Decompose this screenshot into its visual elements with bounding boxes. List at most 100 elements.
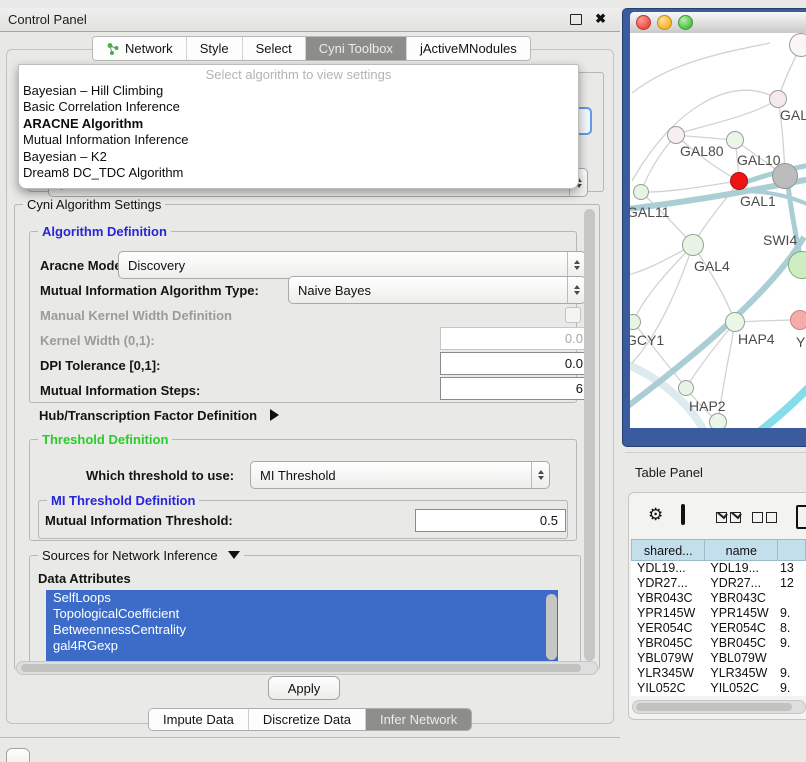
algorithm-popup-item[interactable]: Basic Correlation Inference — [19, 99, 578, 115]
checked-boxes-icon[interactable] — [716, 510, 744, 528]
algorithm-popup-item[interactable]: ARACNE Algorithm — [19, 116, 578, 132]
close-traffic-light-icon[interactable] — [636, 15, 651, 30]
data-attribute-item[interactable]: TopologicalCoefficient — [46, 606, 558, 622]
collapse-panel-button[interactable] — [6, 748, 30, 762]
which-threshold-combobox[interactable]: MI Threshold — [250, 461, 550, 489]
network-node[interactable] — [709, 413, 727, 428]
threshold-definition-title: Threshold Definition — [38, 432, 172, 447]
network-node[interactable] — [678, 380, 694, 396]
network-node[interactable] — [633, 184, 649, 200]
table-row[interactable]: YBL079WYBL079W — [631, 651, 806, 666]
table-row[interactable]: YBR043CYBR043C — [631, 591, 806, 606]
network-node-label: GAL11 — [630, 204, 670, 220]
network-node[interactable] — [789, 33, 806, 57]
algorithm-popup-item[interactable]: Bayesian – K2 — [19, 149, 578, 165]
settings-vertical-scrollbar[interactable] — [584, 209, 595, 661]
aracne-mode-combobox[interactable]: Discovery — [118, 251, 586, 279]
hub-section-toggle[interactable]: Hub/Transcription Factor Definition — [39, 407, 279, 425]
sources-toggle[interactable]: Sources for Network Inference — [38, 548, 244, 563]
attributes-list-scrollbar[interactable] — [546, 594, 557, 660]
tab-discretize-data[interactable]: Discretize Data — [249, 709, 366, 730]
data-attribute-item[interactable]: SelfLoops — [46, 590, 558, 606]
table-cell: YER054C — [706, 621, 778, 636]
mi-steps-value: 6 — [576, 381, 583, 396]
apply-button[interactable]: Apply — [268, 676, 340, 700]
network-node[interactable] — [682, 234, 704, 256]
network-node[interactable] — [725, 312, 745, 332]
network-node[interactable] — [790, 310, 806, 330]
network-node-label: HAP2 — [689, 398, 726, 414]
data-attribute-item[interactable]: gal4RGexp — [46, 638, 558, 654]
table-row[interactable]: YDL19...YDL19...13 — [631, 561, 806, 576]
table-cell: YPR145W — [631, 606, 706, 621]
table-body: YDL19...YDL19...13YDR27...YDR27...12YBR0… — [631, 561, 806, 696]
network-node[interactable] — [726, 131, 744, 149]
panel-divider — [625, 452, 806, 455]
tab-cyni-toolbox[interactable]: Cyni Toolbox — [306, 37, 407, 60]
data-attribute-item[interactable]: BetweennessCentrality — [46, 622, 558, 638]
table-cell: 9. — [778, 606, 806, 621]
network-node-label: Y — [796, 334, 805, 350]
algorithm-popup-item[interactable]: Mutual Information Inference — [19, 132, 578, 148]
tab-jactivemnodules[interactable]: jActiveMNodules — [407, 37, 530, 60]
table-row[interactable]: YIL052CYIL052C9. — [631, 681, 806, 696]
unchecked-boxes-icon[interactable] — [752, 510, 780, 528]
network-node[interactable] — [730, 172, 748, 190]
algorithm-popup-placeholder: Select algorithm to view settings — [19, 67, 578, 83]
table-header: shared... name — [631, 539, 806, 561]
hub-section-label: Hub/Transcription Factor Definition — [39, 408, 257, 423]
kernel-width-field[interactable]: 0.0 — [440, 327, 591, 350]
column-header-clipped[interactable] — [778, 539, 806, 561]
tab-select[interactable]: Select — [243, 37, 306, 60]
table-row[interactable]: YBR045CYBR045C9. — [631, 636, 806, 651]
mi-type-combobox[interactable]: Naive Bayes — [288, 276, 586, 304]
mi-threshold-field[interactable]: 0.5 — [415, 509, 566, 532]
tab-style[interactable]: Style — [187, 37, 243, 60]
network-node[interactable] — [769, 90, 787, 108]
tab-network[interactable]: Network — [93, 37, 187, 60]
manual-kernel-checkbox[interactable] — [565, 307, 581, 323]
split-columns-icon[interactable] — [681, 504, 685, 525]
table-cell: 9. — [778, 636, 806, 651]
settings-horizontal-scrollbar[interactable] — [16, 661, 598, 675]
document-icon[interactable] — [796, 505, 806, 529]
kernel-width-value: 0.0 — [565, 331, 583, 346]
table-horizontal-scrollbar[interactable] — [632, 700, 806, 714]
network-node[interactable] — [667, 126, 685, 144]
network-window-titlebar[interactable] — [630, 12, 806, 34]
tab-label: Select — [256, 41, 292, 56]
column-header-shared-name[interactable]: shared... — [631, 539, 705, 561]
sources-group: Sources for Network Inference Data Attri… — [29, 555, 581, 669]
table-row[interactable]: YLR345WYLR345W9. — [631, 666, 806, 681]
column-header-name[interactable]: name — [705, 539, 778, 561]
table-row[interactable]: YPR145WYPR145W9. — [631, 606, 806, 621]
table-cell: YBR043C — [706, 591, 778, 606]
table-row[interactable]: YDR27...YDR27...12 — [631, 576, 806, 591]
control-panel-titlebar[interactable]: Control Panel ✖ — [0, 8, 620, 32]
table-cell: YLR345W — [706, 666, 778, 681]
table-cell: YDL19... — [631, 561, 706, 576]
minimize-traffic-light-icon[interactable] — [657, 15, 672, 30]
algorithm-popup-item[interactable]: Bayesian – Hill Climbing — [19, 83, 578, 99]
tab-impute-data[interactable]: Impute Data — [149, 709, 249, 730]
network-canvas[interactable]: GALGAL80GAL10GAL1GAL11GAL4SWI4GCY1HAP4YH… — [630, 33, 806, 428]
horizontal-scrollbar-thumb[interactable] — [21, 664, 581, 672]
node-table: shared... name YDL19...YDL19...13YDR27..… — [631, 539, 806, 696]
float-window-icon[interactable] — [570, 14, 582, 25]
table-scrollbar-thumb[interactable] — [636, 703, 792, 711]
algorithm-dropdown-popup: Select algorithm to view settings Bayesi… — [18, 64, 579, 189]
dpi-tolerance-field[interactable]: 0.0 — [440, 352, 591, 375]
which-threshold-label: Which threshold to use: — [86, 468, 234, 483]
algorithm-popup-item[interactable]: Dream8 DC_TDC Algorithm — [19, 165, 578, 181]
tab-infer-network[interactable]: Infer Network — [366, 709, 471, 730]
mi-threshold-group-title: MI Threshold Definition — [47, 493, 199, 508]
close-icon[interactable]: ✖ — [595, 11, 606, 27]
tab-label: Discretize Data — [263, 712, 351, 727]
network-node[interactable] — [772, 163, 798, 189]
mi-steps-field[interactable]: 6 — [440, 377, 591, 400]
table-row[interactable]: YER054CYER054C8. — [631, 621, 806, 636]
algorithm-popup-list: Bayesian – Hill ClimbingBasic Correlatio… — [19, 83, 578, 181]
gear-icon[interactable]: ⚙ — [648, 505, 663, 525]
zoom-traffic-light-icon[interactable] — [678, 15, 693, 30]
data-attributes-list[interactable]: SelfLoopsTopologicalCoefficientBetweenne… — [46, 590, 558, 665]
